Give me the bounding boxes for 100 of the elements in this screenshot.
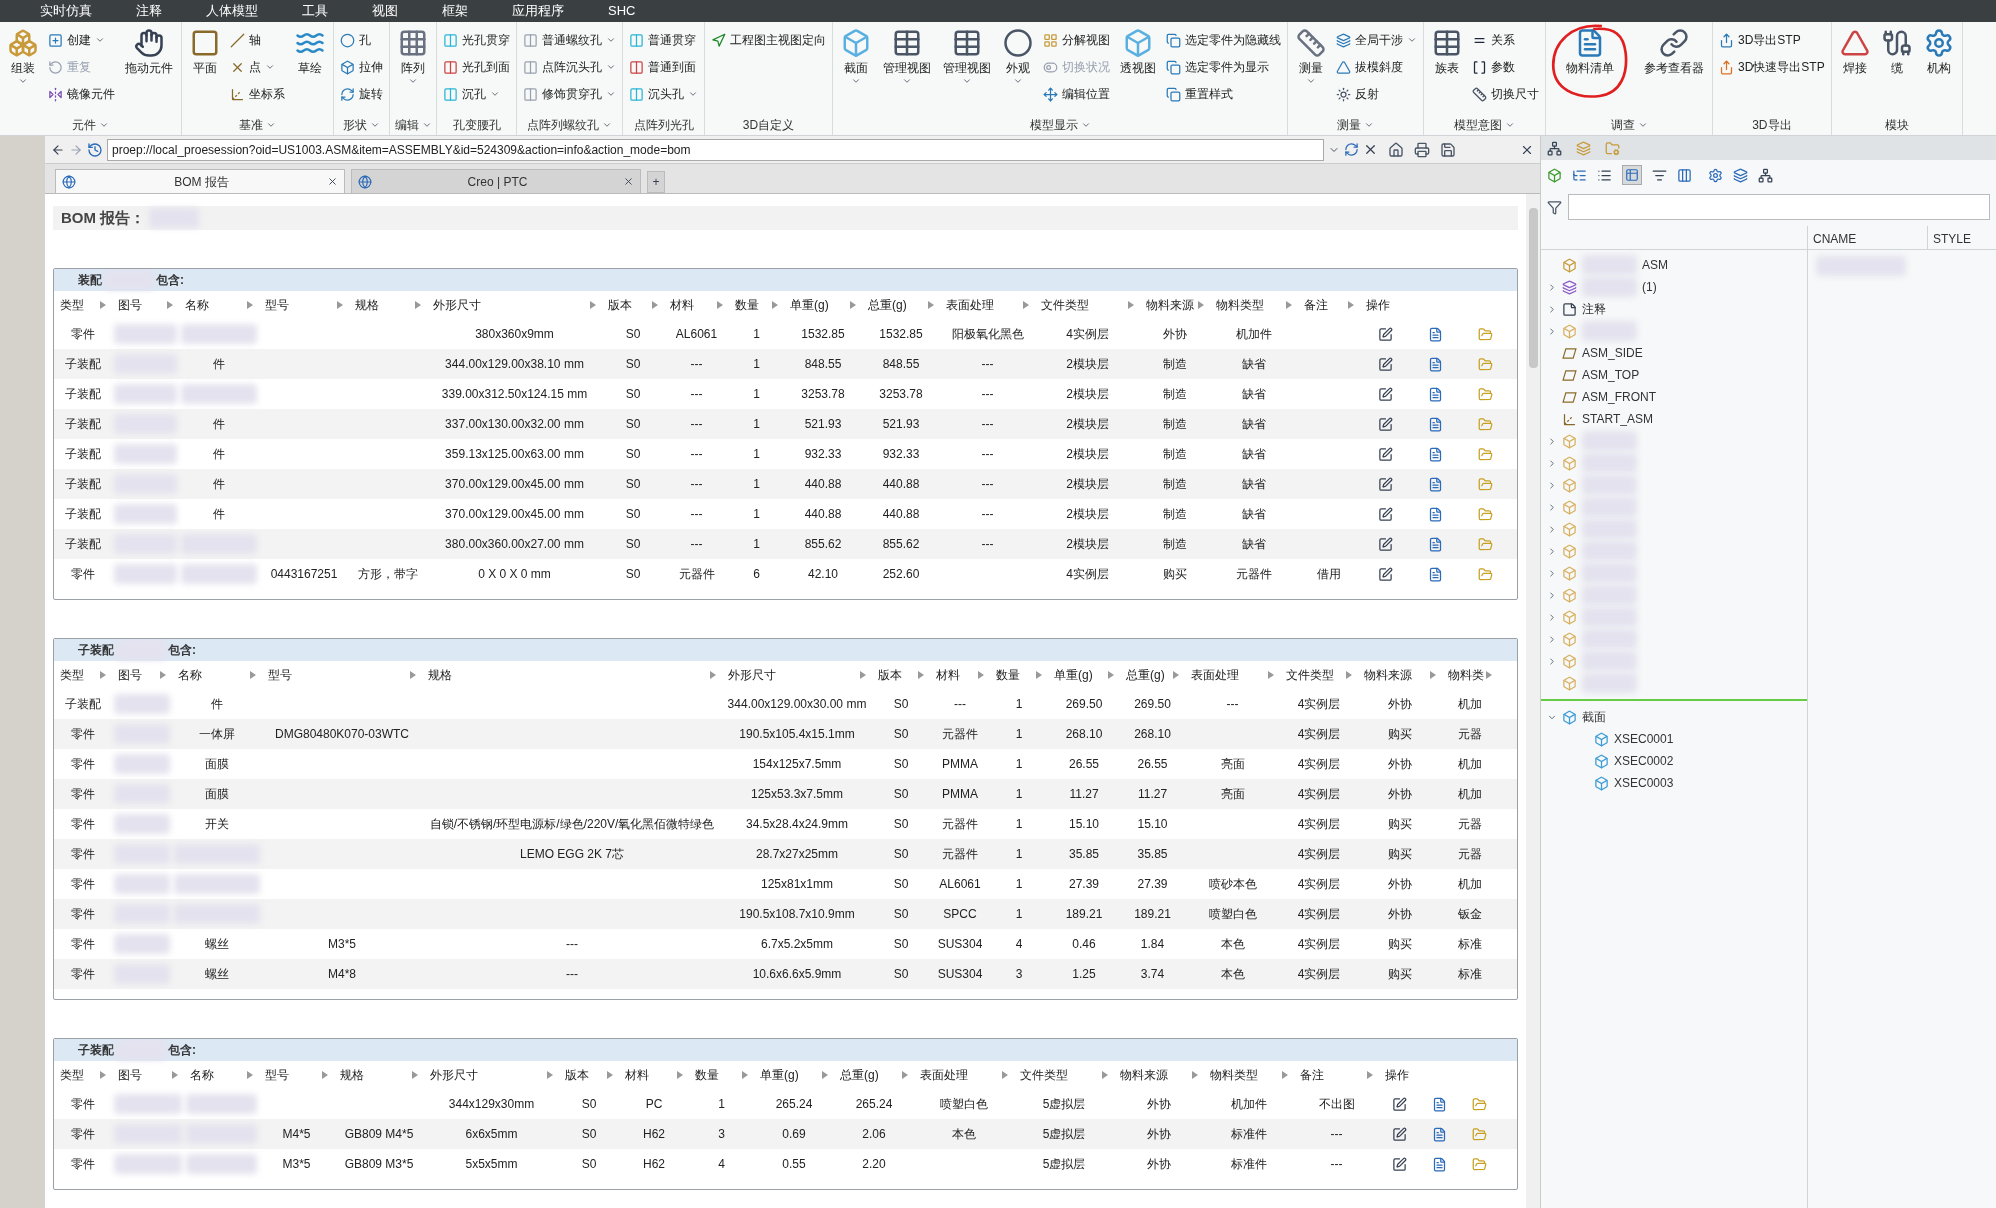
ribbon-button[interactable]: 截面 xyxy=(837,28,875,86)
group-menu-button[interactable]: 基准 xyxy=(239,116,276,134)
ribbon-button[interactable]: 普通螺纹孔 xyxy=(521,28,618,52)
ribbon-button[interactable]: 缆 xyxy=(1877,28,1916,76)
group-menu-button[interactable]: 元件 xyxy=(72,116,109,134)
menu-tab[interactable]: 框架 xyxy=(420,1,490,21)
ribbon-button[interactable]: 镜像元件 xyxy=(46,82,117,106)
back-icon[interactable] xyxy=(51,142,65,157)
close-icon[interactable] xyxy=(327,176,338,187)
ribbon-button[interactable]: 拔模斜度 xyxy=(1334,55,1419,79)
tree-item[interactable]: (1) xyxy=(1642,278,1657,296)
list-tree-icon[interactable] xyxy=(1572,167,1587,183)
document-icon[interactable] xyxy=(1427,356,1443,372)
ribbon-button[interactable]: 点阵沉头孔 xyxy=(521,55,618,79)
tree-icon[interactable] xyxy=(1758,167,1773,183)
history-icon[interactable] xyxy=(87,141,103,158)
edit-icon[interactable] xyxy=(1391,1096,1407,1112)
menu-tab[interactable]: 人体模型 xyxy=(184,1,280,21)
edit-icon[interactable] xyxy=(1391,1126,1407,1142)
ribbon-button[interactable]: 切换尺寸 xyxy=(1470,82,1541,106)
close-icon[interactable] xyxy=(623,176,634,187)
tree-item[interactable]: 注释 xyxy=(1582,300,1606,318)
group-menu-button[interactable]: 测量 xyxy=(1337,116,1374,134)
ribbon-button[interactable]: 全局干涉 xyxy=(1334,28,1419,52)
group-menu-button[interactable]: 模型显示 xyxy=(1029,116,1091,134)
edit-icon[interactable] xyxy=(1377,506,1393,522)
ribbon-button[interactable]: 旋转 xyxy=(338,82,385,106)
document-icon[interactable] xyxy=(1427,536,1443,552)
group-menu-button[interactable]: 点阵列螺纹孔 xyxy=(527,116,612,134)
document-icon[interactable] xyxy=(1431,1126,1447,1142)
ribbon-button[interactable]: 反射 xyxy=(1334,82,1419,106)
tree-item[interactable]: 截面 xyxy=(1582,708,1606,726)
settings-icon[interactable] xyxy=(1708,167,1723,183)
document-icon[interactable] xyxy=(1427,566,1443,582)
ribbon-button[interactable]: 参数 xyxy=(1470,55,1541,79)
ribbon-button[interactable]: 管理视图 xyxy=(879,28,935,86)
edit-icon[interactable] xyxy=(1377,476,1393,492)
ribbon-button[interactable]: 参考查看器 xyxy=(1640,28,1708,76)
ribbon-button[interactable]: 平面 xyxy=(186,28,224,76)
ribbon-button[interactable]: 工程图主视图定向 xyxy=(709,28,828,52)
group-menu-button[interactable]: 调查 xyxy=(1610,116,1648,134)
ribbon-button[interactable]: 沉头孔 xyxy=(627,82,700,106)
ribbon-button[interactable]: 外观 xyxy=(999,28,1037,86)
ribbon-button[interactable]: 拉伸 xyxy=(338,55,385,79)
ribbon-button[interactable]: 3D导出STP xyxy=(1717,28,1827,52)
tree-item[interactable]: ASM_SIDE xyxy=(1582,344,1643,362)
home-icon[interactable] xyxy=(1388,141,1404,158)
print-icon[interactable] xyxy=(1414,141,1430,158)
edit-icon[interactable] xyxy=(1377,536,1393,552)
tree-item[interactable]: ASM xyxy=(1642,256,1668,274)
new-tab-button[interactable]: + xyxy=(647,171,665,193)
document-icon[interactable] xyxy=(1427,446,1443,462)
ribbon-button[interactable]: 3D快速导出STP xyxy=(1717,55,1827,79)
ribbon-button[interactable]: 修饰贯穿孔 xyxy=(521,82,618,106)
document-icon[interactable] xyxy=(1431,1096,1447,1112)
ribbon-button[interactable]: 编辑位置 xyxy=(1041,82,1112,106)
ribbon-button[interactable]: 机构 xyxy=(1919,28,1958,76)
layers-icon[interactable] xyxy=(1733,167,1748,183)
menu-tab[interactable]: SHC xyxy=(586,1,658,21)
filter-field[interactable] xyxy=(1568,194,1990,220)
document-icon[interactable] xyxy=(1427,386,1443,402)
ribbon-button[interactable]: 普通到面 xyxy=(627,55,700,79)
group-menu-button[interactable]: 形状 xyxy=(343,116,380,134)
refresh-icon[interactable] xyxy=(1344,142,1359,157)
ribbon-button[interactable]: 管理视图 xyxy=(939,28,995,86)
ribbon-button[interactable]: 焊接 xyxy=(1835,28,1874,76)
browser-tab[interactable]: Creo | PTC xyxy=(351,169,641,193)
ribbon-button[interactable]: 轴 xyxy=(228,28,287,52)
document-icon[interactable] xyxy=(1431,1156,1447,1172)
document-icon[interactable] xyxy=(1427,416,1443,432)
ribbon-button[interactable]: 孔 xyxy=(338,28,385,52)
ribbon-button[interactable]: 分解视图 xyxy=(1041,28,1112,52)
ribbon-button[interactable]: 测量 xyxy=(1292,28,1330,86)
edit-icon[interactable] xyxy=(1377,416,1393,432)
ribbon-button[interactable]: 光孔贯穿 xyxy=(441,28,512,52)
menu-tab[interactable]: 视图 xyxy=(350,1,420,21)
document-icon[interactable] xyxy=(1427,476,1443,492)
ribbon-button[interactable]: 族表 xyxy=(1428,28,1466,76)
document-icon[interactable] xyxy=(1427,506,1443,522)
menu-tab[interactable]: 工具 xyxy=(280,1,350,21)
ribbon-button[interactable]: 透视图 xyxy=(1116,28,1160,76)
ribbon-button[interactable]: 拖动元件 xyxy=(121,28,177,76)
ribbon-button[interactable]: 关系 xyxy=(1470,28,1541,52)
ribbon-button[interactable]: 创建 xyxy=(46,28,117,52)
tree-item[interactable]: ASM_TOP xyxy=(1582,366,1640,384)
edit-icon[interactable] xyxy=(1377,446,1393,462)
ribbon-button[interactable]: 草绘 xyxy=(291,28,329,76)
edit-icon[interactable] xyxy=(1377,326,1393,342)
document-icon[interactable] xyxy=(1427,326,1443,342)
tree-item[interactable]: XSEC0002 xyxy=(1614,752,1674,770)
edit-icon[interactable] xyxy=(1377,386,1393,402)
browser-tab[interactable]: BOM 报告 xyxy=(55,169,345,193)
menu-tab[interactable]: 应用程序 xyxy=(490,1,586,21)
group-menu-button[interactable]: 编辑 xyxy=(394,116,432,134)
filter-list-icon[interactable] xyxy=(1652,167,1667,183)
scrollbar[interactable] xyxy=(1526,194,1540,1208)
edit-icon[interactable] xyxy=(1391,1156,1407,1172)
tree-icon[interactable] xyxy=(1547,140,1562,156)
ribbon-button[interactable]: 物料清单 xyxy=(1562,28,1618,76)
edit-icon[interactable] xyxy=(1377,356,1393,372)
